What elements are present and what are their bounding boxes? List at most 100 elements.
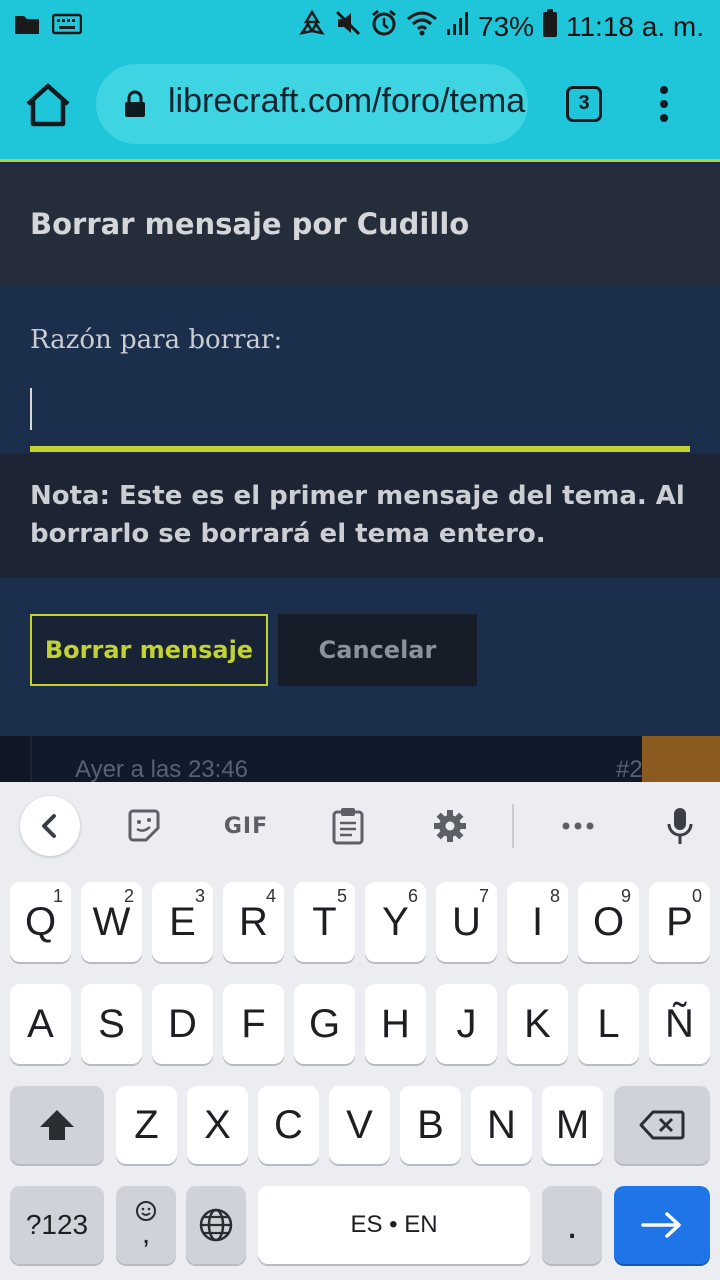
key-b[interactable]: B	[400, 1086, 461, 1164]
gif-button[interactable]: GIF	[218, 804, 274, 848]
key-label: O	[592, 899, 625, 944]
overflow-menu-icon[interactable]	[652, 86, 676, 126]
sticker-button[interactable]	[122, 804, 166, 848]
backspace-key[interactable]	[614, 1086, 710, 1164]
wifi-icon	[406, 9, 438, 44]
more-options-button[interactable]	[556, 804, 600, 848]
key-p[interactable]: P0	[649, 882, 710, 962]
globe-icon	[199, 1208, 233, 1242]
key-j[interactable]: J	[436, 984, 497, 1064]
language-key[interactable]	[186, 1186, 246, 1264]
keyboard-back-button[interactable]	[20, 796, 80, 856]
dialog-header: Borrar mensaje por Cudillo	[0, 165, 720, 285]
key-hint: 8	[549, 886, 560, 906]
key-label: T	[312, 899, 337, 944]
tab-switcher-button[interactable]: 3	[566, 86, 602, 122]
battery-icon	[542, 8, 558, 45]
key-label: R	[239, 899, 268, 944]
sticker-icon	[128, 809, 160, 842]
key-label: Y	[382, 899, 409, 944]
key-hint: 3	[194, 886, 205, 906]
key-y[interactable]: Y6	[365, 882, 426, 962]
more-horizontal-icon	[562, 822, 594, 830]
key-t[interactable]: T5	[294, 882, 355, 962]
enter-key[interactable]	[614, 1186, 710, 1264]
clock: 11:18 a. m.	[565, 10, 704, 42]
key-h[interactable]: H	[365, 984, 426, 1064]
shift-key[interactable]	[10, 1086, 104, 1164]
mute-icon	[334, 9, 362, 44]
key-label: I	[531, 899, 544, 944]
recycle-icon	[298, 9, 326, 44]
key-n[interactable]: N	[471, 1086, 532, 1164]
keyboard-settings-button[interactable]	[428, 804, 472, 848]
key-s[interactable]: S	[81, 984, 142, 1064]
key-label: E	[169, 899, 196, 944]
key-ñ[interactable]: Ñ	[649, 984, 710, 1064]
alarm-icon	[370, 9, 398, 44]
voice-input-button[interactable]	[658, 804, 702, 848]
key-k[interactable]: K	[507, 984, 568, 1064]
reason-input[interactable]	[30, 380, 690, 452]
key-u[interactable]: U7	[436, 882, 497, 962]
key-label: U	[452, 899, 481, 944]
shift-icon	[40, 1110, 74, 1140]
toolbar-divider	[512, 804, 514, 848]
key-hint: 7	[478, 886, 489, 906]
post-number[interactable]: #2	[616, 756, 643, 782]
backspace-icon	[639, 1110, 685, 1140]
microphone-icon	[667, 808, 693, 844]
space-key[interactable]: ES • EN	[258, 1186, 530, 1264]
key-hint: 5	[336, 886, 347, 906]
gear-icon	[434, 810, 466, 842]
period-key[interactable]: .	[542, 1186, 602, 1264]
key-l[interactable]: L	[578, 984, 639, 1064]
key-d[interactable]: D	[152, 984, 213, 1064]
symbols-key[interactable]: ?123	[10, 1186, 104, 1264]
url-text: librecraft.com/foro/tema	[168, 82, 526, 120]
key-m[interactable]: M	[542, 1086, 603, 1164]
arrow-right-icon	[641, 1212, 681, 1238]
key-label: Q	[24, 899, 57, 944]
post-preview: Ayer a las 23:46 #2	[0, 736, 720, 782]
key-hint: 2	[123, 886, 134, 906]
text-cursor	[30, 388, 32, 430]
home-button[interactable]	[22, 82, 74, 128]
chevron-left-icon	[42, 814, 56, 838]
key-o[interactable]: O9	[578, 882, 639, 962]
dialog-actions: Borrar mensaje Cancelar	[0, 578, 720, 736]
key-q[interactable]: Q1	[10, 882, 71, 962]
key-g[interactable]: G	[294, 984, 355, 1064]
key-f[interactable]: F	[223, 984, 284, 1064]
key-v[interactable]: V	[329, 1086, 390, 1164]
clipboard-button[interactable]	[326, 804, 370, 848]
key-r[interactable]: R4	[223, 882, 284, 962]
key-a[interactable]: A	[10, 984, 71, 1064]
reason-section: Razón para borrar:	[0, 285, 720, 453]
key-c[interactable]: C	[258, 1086, 319, 1164]
folder-icon	[14, 13, 40, 39]
note-text: Nota: Este es el primer mensaje del tema…	[30, 481, 685, 549]
key-hint: 1	[52, 886, 63, 906]
key-hint: 0	[691, 886, 702, 906]
key-label: P	[666, 899, 693, 944]
avatar	[642, 736, 720, 782]
key-x[interactable]: X	[187, 1086, 248, 1164]
keyboard-toolbar: GIF	[0, 782, 720, 872]
key-i[interactable]: I8	[507, 882, 568, 962]
key-e[interactable]: E3	[152, 882, 213, 962]
cancel-button[interactable]: Cancelar	[278, 614, 477, 686]
comma-label: ,	[141, 1217, 151, 1250]
home-icon	[26, 83, 70, 127]
emoji-comma-key[interactable]: ,	[116, 1186, 176, 1264]
key-w[interactable]: W2	[81, 882, 142, 962]
lock-icon	[125, 90, 145, 117]
keyboard-icon	[51, 13, 83, 39]
reason-label: Razón para borrar:	[30, 325, 283, 355]
signal-icon	[446, 9, 470, 44]
dialog-title: Borrar mensaje por Cudillo	[30, 207, 470, 241]
clipboard-icon	[332, 808, 364, 845]
delete-message-button[interactable]: Borrar mensaje	[30, 614, 268, 686]
url-bar[interactable]: librecraft.com/foro/tema	[96, 64, 528, 144]
key-z[interactable]: Z	[116, 1086, 177, 1164]
